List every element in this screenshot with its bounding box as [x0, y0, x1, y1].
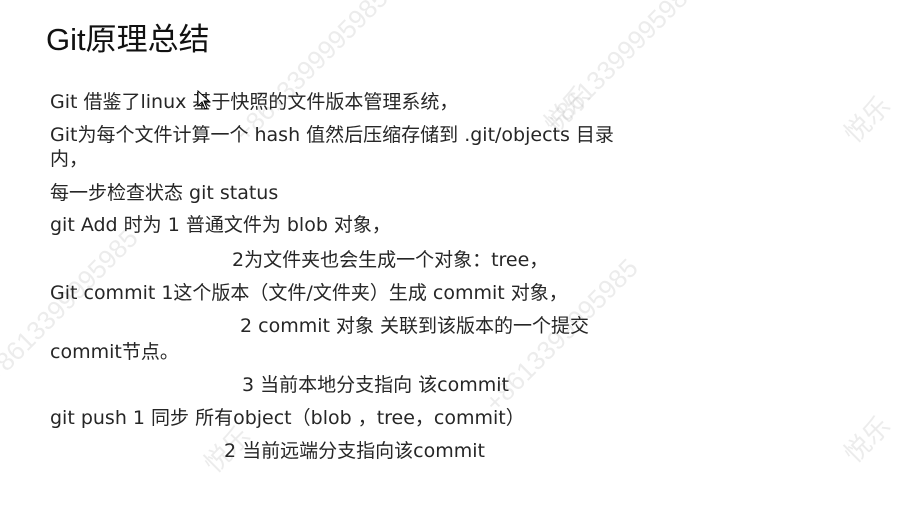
text-line: Git commit 1这个版本（文件/文件夹）生成 commit 对象， — [50, 282, 568, 304]
text-line: git Add 时为 1 普通文件为 blob 对象， — [50, 214, 391, 236]
text-line: Git为每个文件计算一个 hash 值然后压缩存储到 .git/objects … — [50, 124, 614, 146]
text-line: 内， — [50, 148, 89, 170]
watermark-name: 悦乐 — [838, 410, 897, 469]
slide: +8613399995985 +8613399995985 +861339999… — [0, 0, 898, 510]
watermark-phone: +8613399995985 — [538, 0, 704, 138]
slide-title: Git原理总结 — [46, 22, 210, 57]
text-line: git push 1 同步 所有object（blob ，tree，commit… — [50, 407, 525, 429]
text-line: Git 借鉴了linux 基于快照的文件版本管理系统， — [50, 91, 459, 113]
watermark-name: 悦乐 — [838, 90, 897, 149]
text-line: commit节点。 — [50, 341, 179, 363]
mouse-cursor-icon — [197, 90, 211, 110]
text-line: 2 当前远端分支指向该commit — [224, 440, 485, 462]
text-line: 2为文件夹也会生成一个对象：tree， — [232, 249, 549, 271]
text-line: 每一步检查状态 git status — [50, 182, 279, 204]
text-line: 3 当前本地分支指向 该commit — [242, 374, 509, 396]
text-line: 2 commit 对象 关联到该版本的一个提交 — [240, 315, 590, 337]
